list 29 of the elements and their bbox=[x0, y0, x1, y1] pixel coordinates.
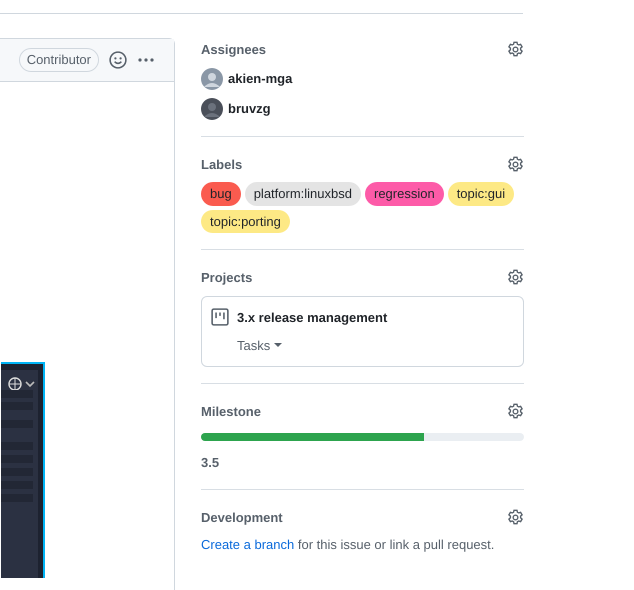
development-text: Create a branch for this issue or link a pull request. bbox=[201, 536, 496, 554]
section-title: Milestone bbox=[201, 402, 261, 420]
section-title: Assignees bbox=[201, 41, 266, 59]
role-badge: Contributor bbox=[18, 48, 99, 72]
milestone-link[interactable]: 3.5 bbox=[201, 453, 220, 472]
column-dropdown[interactable]: Tasks bbox=[237, 336, 282, 356]
project-board-icon bbox=[211, 308, 229, 326]
create-branch-link[interactable]: Create a branch bbox=[201, 537, 294, 552]
avatar bbox=[201, 98, 223, 120]
project-link[interactable]: 3.x release management bbox=[237, 308, 388, 327]
settings-icon[interactable] bbox=[507, 402, 524, 420]
settings-icon[interactable] bbox=[507, 41, 524, 58]
more-icon[interactable] bbox=[137, 57, 155, 63]
section-title: Projects bbox=[201, 269, 252, 287]
label-tag[interactable]: topic:gui bbox=[448, 182, 514, 206]
settings-icon[interactable] bbox=[507, 156, 524, 173]
assignee-link[interactable]: akien-mga bbox=[228, 68, 292, 88]
settings-icon[interactable] bbox=[507, 508, 524, 526]
section-title: Labels bbox=[201, 156, 242, 174]
label-tag[interactable]: regression bbox=[364, 182, 444, 206]
label-tag[interactable]: topic:porting bbox=[201, 210, 290, 233]
avatar bbox=[201, 68, 223, 90]
label-tag[interactable]: platform:linuxbsd bbox=[244, 182, 361, 206]
settings-icon[interactable] bbox=[507, 269, 524, 286]
emoji-icon[interactable] bbox=[109, 51, 127, 69]
assignee-link[interactable]: bruvzg bbox=[228, 98, 271, 118]
section-title: Development bbox=[201, 508, 283, 527]
label-tag[interactable]: bug bbox=[201, 182, 241, 206]
caret-icon bbox=[274, 343, 282, 348]
